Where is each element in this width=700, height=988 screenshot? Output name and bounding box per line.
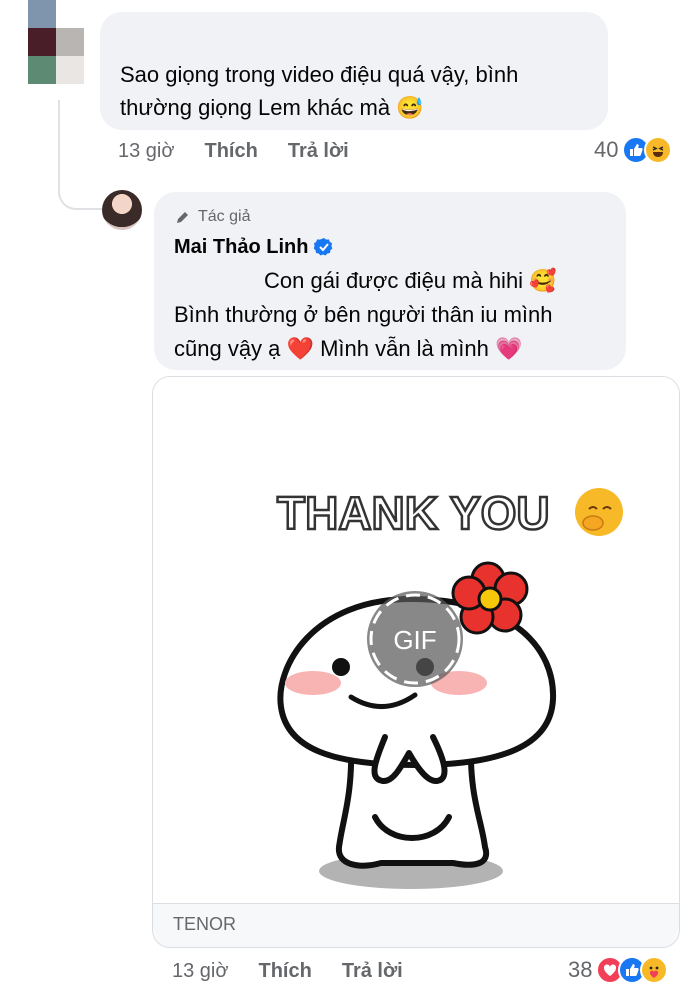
author-name[interactable]: Mai Thảo Linh xyxy=(174,234,608,260)
comment-bubble: Sao giọng trong video điệu quá vậy, bình… xyxy=(100,12,608,130)
shy-face-icon xyxy=(575,488,623,536)
gif-play-badge[interactable]: GIF xyxy=(367,591,463,687)
gif-caption: THANK YOU xyxy=(277,487,550,539)
reply-actions: 13 giờ Thích Trả lời xyxy=(172,960,403,983)
verified-badge-icon xyxy=(314,238,333,256)
reaction-summary[interactable]: 40 xyxy=(594,136,673,164)
care-icon xyxy=(640,956,669,984)
pixelated-avatar[interactable] xyxy=(0,0,84,84)
gif-source[interactable]: TENOR xyxy=(153,903,679,947)
reply-bubble: Tác giả Mai Thảo Linh Con gái được điệu … xyxy=(154,192,626,370)
reply-reaction-summary[interactable]: 38 xyxy=(568,956,669,984)
reply-thread-line xyxy=(58,100,102,210)
flower-icon xyxy=(451,561,529,635)
pen-icon xyxy=(177,212,188,223)
reaction-count: 38 xyxy=(568,957,593,982)
comment-text: Sao giọng trong video điệu quá vậy, bình… xyxy=(120,62,519,120)
sweat-smile-emoji: 😅 xyxy=(396,95,424,120)
gif-attachment[interactable]: THANK YOU GIF TENOR xyxy=(152,376,680,948)
gif-image[interactable]: THANK YOU GIF xyxy=(153,377,679,903)
reply-time[interactable]: 13 giờ xyxy=(172,960,228,983)
reply-button[interactable]: Trả lời xyxy=(342,960,403,983)
haha-icon xyxy=(644,136,673,164)
like-button[interactable]: Thích xyxy=(258,960,311,983)
smiling-hearts-emoji: 🥰 xyxy=(529,268,557,293)
reply-button[interactable]: Trả lời xyxy=(288,140,349,163)
author-avatar[interactable] xyxy=(102,190,142,230)
gif-badge-label: GIF xyxy=(393,625,436,655)
red-heart-emoji: ❤️ xyxy=(286,336,314,361)
pink-heart-emoji: 💗 xyxy=(494,336,523,361)
author-badge: Tác giả xyxy=(174,206,608,228)
comment-actions: 13 giờ Thích Trả lời xyxy=(118,140,349,163)
reply-text: Con gái được điệu mà hihi 🥰 Bình thường … xyxy=(174,268,557,361)
like-button[interactable]: Thích xyxy=(204,140,257,163)
comment-time[interactable]: 13 giờ xyxy=(118,140,174,163)
reaction-count: 40 xyxy=(594,137,619,162)
